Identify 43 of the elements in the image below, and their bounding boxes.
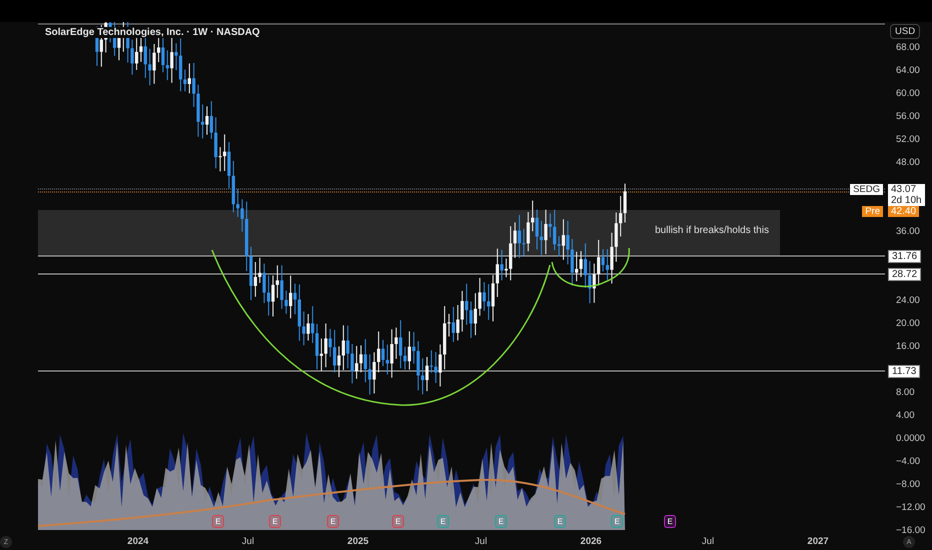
time-label: 2027 — [807, 536, 829, 547]
level-price-label: 28.72 — [888, 268, 922, 281]
price-tick: −12.00 — [896, 502, 926, 513]
price-tick: 60.00 — [896, 88, 920, 99]
currency-button[interactable]: USD — [890, 24, 920, 39]
chart-annotation: bullish if breaks/holds this — [655, 225, 769, 236]
earnings-badge[interactable]: E — [212, 515, 224, 528]
price-tick: 4.00 — [896, 410, 914, 421]
level-price-label: 11.73 — [888, 365, 920, 378]
price-tick: 48.00 — [896, 157, 920, 168]
price-tick: 36.00 — [896, 226, 920, 237]
symbol-label: SEDG — [850, 184, 883, 195]
price-tick: 68.00 — [896, 42, 920, 53]
price-tick: 20.00 — [896, 318, 920, 329]
earnings-badge[interactable]: E — [664, 515, 676, 528]
price-tick: −8.00 — [896, 479, 920, 490]
earnings-badge[interactable]: E — [437, 515, 449, 528]
time-label: 2024 — [127, 536, 149, 547]
earnings-badge[interactable]: E — [495, 515, 507, 528]
chart-title: SolarEdge Technologies, Inc. · 1W · NASDAQ — [43, 27, 262, 38]
price-tick: 24.00 — [896, 295, 920, 306]
premarket-label: Pre — [862, 206, 883, 217]
time-label: Jul — [702, 536, 714, 547]
price-tick: 8.00 — [896, 387, 914, 398]
earnings-badge[interactable]: E — [327, 515, 339, 528]
last-price-label: 43.07 2d 10h — [888, 184, 925, 206]
earnings-badge[interactable]: E — [554, 515, 566, 528]
time-label: Jul — [474, 536, 488, 547]
level-price-label: 31.76 — [888, 250, 922, 263]
price-tick: 56.00 — [896, 111, 920, 122]
price-tick: −16.00 — [896, 525, 926, 536]
price-tick: 52.00 — [896, 134, 920, 145]
earnings-badge[interactable]: E — [269, 515, 281, 528]
price-tick: −4.00 — [896, 456, 920, 467]
earnings-badge[interactable]: E — [611, 515, 623, 528]
price-tick: 16.00 — [896, 341, 920, 352]
earnings-badge[interactable]: E — [392, 515, 404, 528]
time-label: 2026 — [580, 536, 602, 547]
time-label: Jul — [242, 536, 254, 547]
price-tick: 64.00 — [896, 65, 920, 76]
premarket-price-label: 42.40 — [888, 206, 920, 217]
price-tick: 0.0000 — [896, 433, 926, 444]
time-label: 2025 — [347, 536, 369, 547]
